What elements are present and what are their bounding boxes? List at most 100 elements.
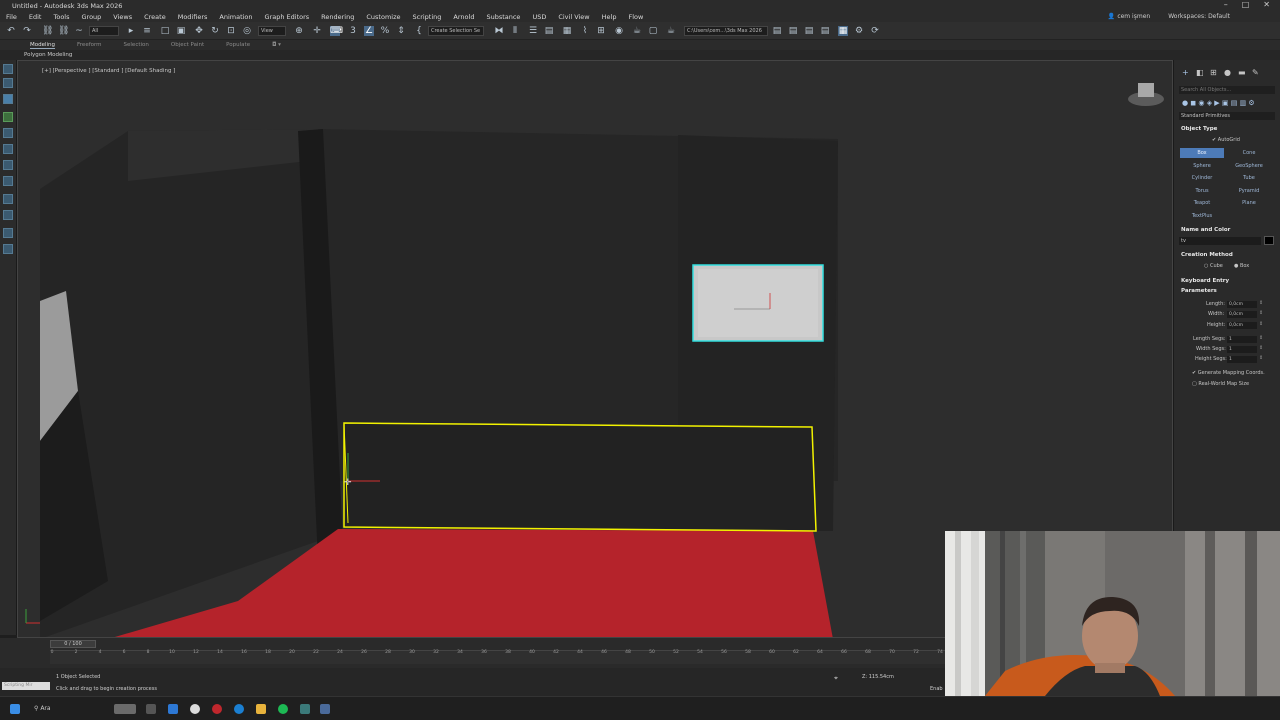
menu-views[interactable]: Views [113,13,132,21]
tab-selection[interactable]: Selection [124,42,149,48]
tube-button[interactable]: Tube [1227,173,1271,183]
cone-button[interactable]: Cone [1227,148,1271,158]
file-explorer-icon[interactable] [256,704,266,714]
maximize-icon[interactable]: □ [1242,0,1250,9]
widget-icon[interactable] [114,704,136,714]
length-spinner[interactable]: 0,0cm [1227,301,1257,308]
move-icon[interactable]: ✥ [194,26,204,36]
parameters-header[interactable]: Parameters [1181,288,1217,294]
geometry-filter-icon[interactable] [3,112,13,122]
viewport-label[interactable]: [+] [Perspective ] [Standard ] [Default … [42,68,175,74]
menu-rendering[interactable]: Rendering [321,13,354,21]
textplus-button[interactable]: TextPlus [1180,211,1224,221]
viewport-layout-icon[interactable]: ▦ [838,26,848,36]
save-icon[interactable]: ▤ [788,26,798,36]
menu-modifiers[interactable]: Modifiers [178,13,208,21]
box-button[interactable]: Box [1180,148,1224,158]
creation-method-header[interactable]: Creation Method [1181,252,1233,258]
tab-populate[interactable]: Populate [226,42,250,48]
teapot-button[interactable]: Teapot [1180,198,1224,208]
spinner-snap-icon[interactable]: ⇕ [396,26,406,36]
snaps-toggle-icon[interactable]: 3 [348,26,358,36]
rect-selection-icon[interactable]: □ [160,26,170,36]
angle-snap-icon[interactable]: ∠ [364,26,374,36]
modify-tab-icon[interactable]: ◧ [1196,68,1204,77]
align-icon[interactable]: ⫴ [510,26,520,36]
creation-box-radio[interactable]: ● Box [1234,263,1249,269]
named-selection-dropdown[interactable]: Create Selection Se [428,26,484,36]
width-segs-arrows-icon[interactable]: ⇕ [1259,345,1263,351]
light-filter-icon[interactable] [3,144,13,154]
menu-civil-view[interactable]: Civil View [558,13,589,21]
link-icon[interactable]: ⛓ [42,26,53,36]
project-icon[interactable]: ▤ [820,26,830,36]
create-tab-icon[interactable]: + [1182,68,1189,77]
height-segs-arrows-icon[interactable]: ⇕ [1259,355,1263,361]
pyramid-button[interactable]: Pyramid [1227,186,1271,196]
3dsmax-icon[interactable] [300,704,310,714]
menu-group[interactable]: Group [82,13,102,21]
spotify-icon[interactable] [278,704,288,714]
height-spinner[interactable]: 0,0cm [1227,322,1257,329]
menu-edit[interactable]: Edit [29,13,42,21]
motion-tab-icon[interactable]: ● [1224,68,1231,77]
undo-icon[interactable]: ↶ [6,26,16,36]
menu-create[interactable]: Create [144,13,166,21]
keyboard-entry-header[interactable]: Keyboard Entry [1181,278,1229,284]
menu-graph-editors[interactable]: Graph Editors [265,13,310,21]
gen-mapping-checkbox[interactable]: ✔ Generate Mapping Coords. [1192,370,1265,376]
ribbon-options-icon[interactable]: ◘ ▾ [272,42,281,48]
schematic-view-icon[interactable]: ⊞ [596,26,606,36]
menu-flow[interactable]: Flow [628,13,643,21]
tab-object-paint[interactable]: Object Paint [171,42,204,48]
hierarchy-tab-icon[interactable]: ⊞ [1210,68,1217,77]
mirror-icon[interactable]: ⧓ [494,26,504,36]
edge-icon[interactable] [168,704,178,714]
length-spinner-arrows-icon[interactable]: ⇕ [1259,300,1263,306]
display-tab-icon[interactable]: ▬ [1238,68,1246,77]
scale-icon[interactable]: ⊡ [226,26,236,36]
height-spinner-arrows-icon[interactable]: ⇕ [1259,321,1263,327]
width-segs-spinner[interactable]: 1 [1227,346,1257,353]
spacewarp-filter-icon[interactable] [3,194,13,204]
pivot-icon[interactable]: ⊕ [294,26,304,36]
unlink-icon[interactable]: ⛓ [58,26,69,36]
user-account[interactable]: 👤 cem işmen [1108,13,1150,20]
modify-panel-icon[interactable] [3,78,13,88]
minimize-icon[interactable]: – [1224,0,1228,9]
width-spinner[interactable]: 0,0cm [1227,311,1257,318]
sphere-button[interactable]: Sphere [1180,161,1224,171]
bind-spacewarp-icon[interactable]: ~ [74,26,84,36]
geometry-category-icon[interactable]: ● ◼ ◉ ◈ ▶ ▣ ▤ ▥ ⚙ [1182,99,1255,107]
edit-named-selection-icon[interactable]: { [414,26,424,36]
layer-explorer-icon[interactable]: ▤ [544,26,554,36]
menu-substance[interactable]: Substance [486,13,520,21]
menu-arnold[interactable]: Arnold [453,13,474,21]
track-bar[interactable] [50,650,945,664]
name-color-header[interactable]: Name and Color [1181,227,1230,233]
menu-help[interactable]: Help [602,13,617,21]
task-view-icon[interactable] [146,704,156,714]
open-file-icon[interactable]: ▤ [772,26,782,36]
isolate-icon[interactable]: ⌖ [834,674,838,683]
create-panel-icon[interactable] [3,64,13,74]
keyboard-shortcut-toggle-icon[interactable]: ⌨ [330,26,343,36]
material-editor-icon[interactable]: ◉ [614,26,624,36]
real-world-checkbox[interactable]: ▢ Real-World Map Size [1192,381,1249,387]
percent-snap-icon[interactable]: % [380,26,390,36]
browser-icon[interactable] [234,704,244,714]
windows-start-icon[interactable] [10,704,20,714]
select-object-icon[interactable]: ▸ [126,26,136,36]
object-name-input[interactable]: tv [1179,237,1261,245]
camera-filter-icon[interactable] [3,160,13,170]
object-type-header[interactable]: Object Type [1181,126,1217,132]
selection-filter-dropdown[interactable]: All [89,26,119,36]
bone-filter-icon[interactable] [3,210,13,220]
layer-filter-icon[interactable] [3,244,13,254]
close-icon[interactable]: ✕ [1263,0,1270,9]
primitive-category-dropdown[interactable]: Standard Primitives [1179,112,1275,120]
select-by-name-icon[interactable]: ≡ [142,26,152,36]
menu-tools[interactable]: Tools [53,13,69,21]
geosphere-button[interactable]: GeoSphere [1227,161,1271,171]
redo-icon[interactable]: ↷ [22,26,32,36]
